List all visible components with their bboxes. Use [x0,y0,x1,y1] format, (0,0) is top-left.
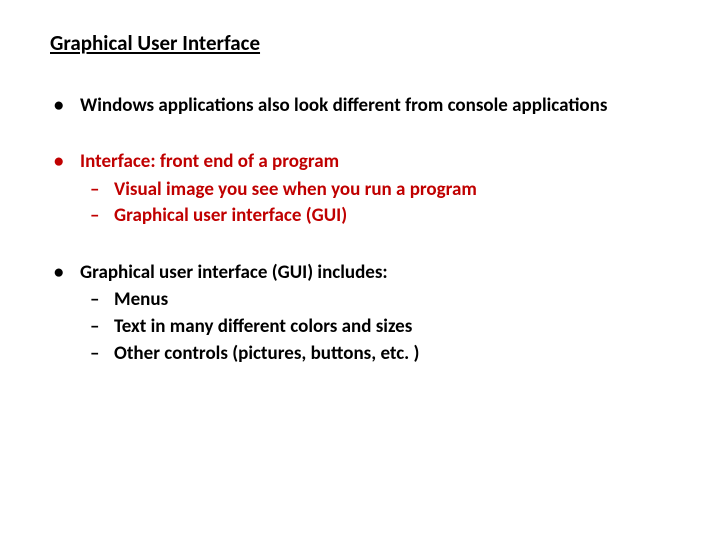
slide-title: Graphical User Interface [50,30,680,56]
bullet-item-1: Windows applications also look different… [50,94,680,118]
sub-text-3-3: Other controls (pictures, buttons, etc. … [114,342,419,365]
bullet-item-2: Interface: front end of a program Visual… [50,150,680,229]
sub-list-2: Visual image you see when you run a prog… [80,178,680,229]
sub-list-3: Menus Text in many different colors and … [80,288,680,366]
bullet-text-1: Windows applications also look different… [80,94,607,117]
bullet-text-2: Interface: front end of a program [80,150,339,173]
sub-text-3-2: Text in many different colors and sizes [114,315,412,338]
sub-text-3-1: Menus [114,288,168,311]
bullet-text-3: Graphical user interface (GUI) includes: [80,261,388,284]
sub-item-2-2: Graphical user interface (GUI) [80,204,680,229]
sub-item-3-2: Text in many different colors and sizes [80,315,680,340]
sub-text-2-1: Visual image you see when you run a prog… [114,178,477,201]
sub-item-3-1: Menus [80,288,680,313]
sub-item-3-3: Other controls (pictures, buttons, etc. … [80,342,680,367]
bullet-list: Windows applications also look different… [50,94,680,366]
sub-text-2-2: Graphical user interface (GUI) [114,204,347,227]
sub-item-2-1: Visual image you see when you run a prog… [80,178,680,203]
bullet-item-3: Graphical user interface (GUI) includes:… [50,261,680,366]
